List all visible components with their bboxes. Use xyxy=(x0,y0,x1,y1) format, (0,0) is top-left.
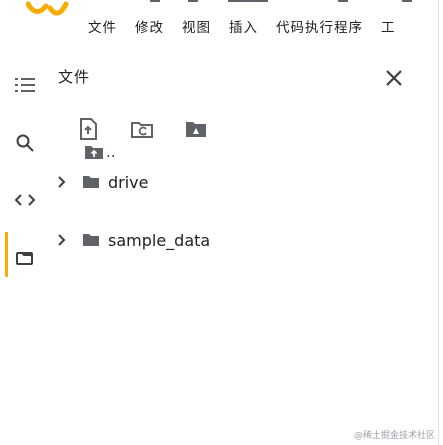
chevron-right-icon[interactable] xyxy=(56,176,68,188)
files-toolbar xyxy=(74,115,210,143)
colab-logo xyxy=(26,1,69,16)
folder-icon xyxy=(82,175,100,189)
tree-row-label: sample_data xyxy=(108,230,211,250)
mount-drive-icon[interactable] xyxy=(182,115,210,143)
menu-runtime[interactable]: 代码执行程序 xyxy=(276,16,363,36)
tree-row-drive[interactable]: drive xyxy=(56,170,149,194)
menu-insert[interactable]: 插入 xyxy=(229,16,258,36)
menu-icon[interactable] xyxy=(10,70,40,100)
panel-title: 文件 xyxy=(58,68,91,86)
menu-tools[interactable]: 工 xyxy=(381,16,396,36)
top-edge-mark xyxy=(228,0,268,2)
search-icon[interactable] xyxy=(10,128,40,158)
folder-up-icon xyxy=(85,146,103,159)
top-edge-mark xyxy=(402,0,412,2)
tree-row-sample-data[interactable]: sample_data xyxy=(56,228,210,252)
upload-file-icon[interactable] xyxy=(74,115,102,143)
parent-label: .. xyxy=(106,143,116,161)
menu-view[interactable]: 视图 xyxy=(182,16,211,36)
code-icon[interactable] xyxy=(10,185,40,215)
window-edge xyxy=(438,0,439,445)
refresh-icon[interactable] xyxy=(128,115,156,143)
watermark: @稀土掘金技术社区 xyxy=(353,431,435,441)
active-indicator xyxy=(5,232,8,277)
top-edge-mark xyxy=(338,0,348,2)
folder-icon xyxy=(82,233,100,247)
top-edge-mark xyxy=(188,0,198,2)
menubar: 文件 修改 视图 插入 代码执行程序 工 xyxy=(88,14,396,38)
folder-icon[interactable] xyxy=(10,243,40,273)
chevron-right-icon[interactable] xyxy=(56,234,68,246)
close-icon[interactable] xyxy=(382,66,406,90)
menu-edit[interactable]: 修改 xyxy=(135,16,164,36)
parent-directory[interactable]: .. xyxy=(84,143,116,161)
menu-file[interactable]: 文件 xyxy=(88,16,117,36)
tree-row-label: drive xyxy=(108,172,149,192)
top-edge-mark xyxy=(150,0,160,2)
